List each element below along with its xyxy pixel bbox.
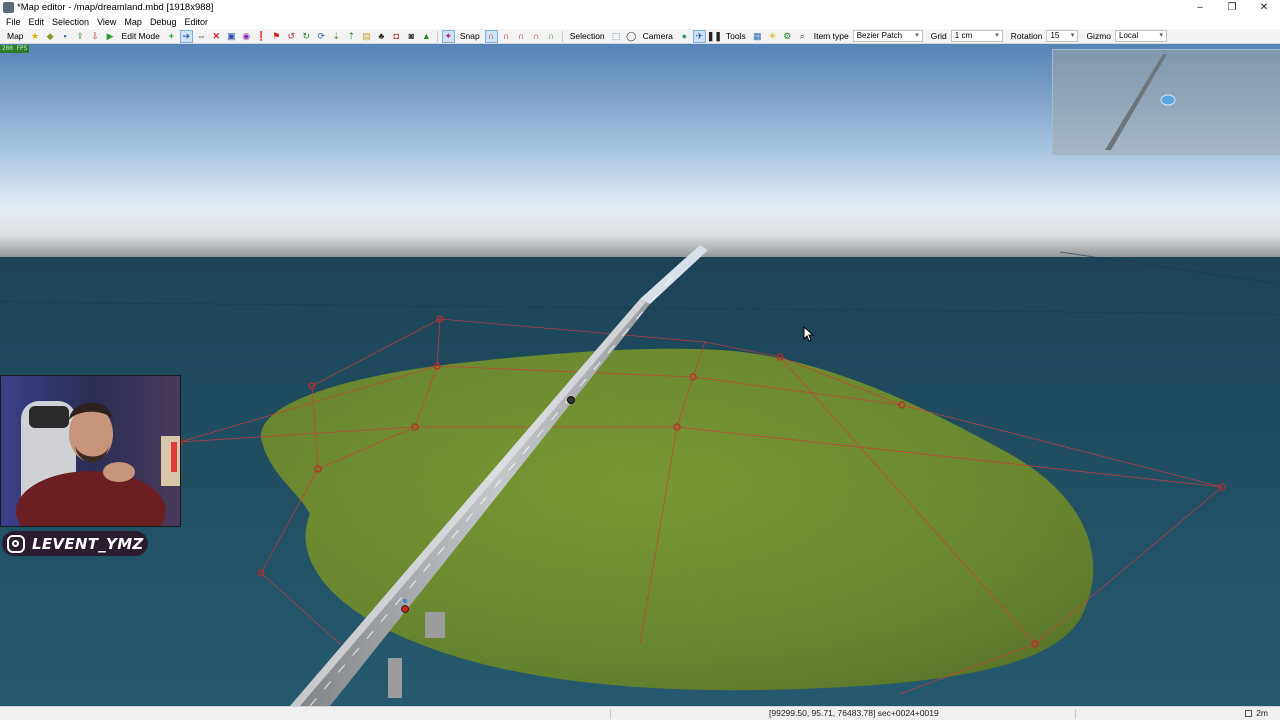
menu-selection[interactable]: Selection (48, 17, 93, 27)
item-type-value: Bezier Patch (856, 31, 903, 40)
chevron-down-icon: ▾ (1159, 32, 1163, 39)
camera-icon[interactable]: ◙ (406, 31, 417, 42)
raise-icon[interactable]: ⇡ (346, 31, 357, 42)
mouse-cursor-icon (803, 326, 815, 342)
item-type-select[interactable]: Bezier Patch ▾ (852, 30, 923, 42)
gizmo-label: Gizmo (1086, 31, 1111, 41)
move-icon[interactable]: ➔ (179, 29, 193, 43)
gear-icon[interactable]: ⚙ (782, 31, 793, 42)
minimize-button[interactable]: – (1184, 0, 1216, 15)
export-icon[interactable]: ⇪ (75, 31, 86, 42)
session-time-value: 2m (1256, 708, 1268, 718)
instagram-icon (7, 534, 25, 553)
properties-icon[interactable]: ▣ (226, 31, 237, 42)
social-handle-badge: LEVENT_YMZ (2, 531, 148, 556)
clock-icon (1245, 709, 1253, 717)
rect-select-icon[interactable]: ⬚ (611, 31, 622, 42)
webcam-overlay (0, 375, 181, 527)
status-divider (610, 709, 611, 719)
menu-debug[interactable]: Debug (146, 17, 181, 27)
rotation-select[interactable]: 15 ▾ (1046, 30, 1079, 42)
grid-value: 1 cm (954, 31, 973, 40)
magnet-node-icon[interactable]: ∩ (501, 31, 512, 42)
globe-icon[interactable]: ● (679, 31, 690, 42)
star-icon[interactable]: ★ (30, 31, 41, 42)
toolbar-separator (561, 30, 563, 42)
play-icon[interactable]: ▶ (105, 31, 116, 42)
fly-camera-icon[interactable]: ✈ (692, 29, 706, 43)
rotate-left-icon[interactable]: ↺ (286, 31, 297, 42)
status-bar: [99299.50, 95.71, 76483.78] sec+0024+001… (0, 706, 1280, 720)
menu-edit[interactable]: Edit (25, 17, 49, 27)
edit-mode-label: Edit Mode (121, 31, 160, 41)
window-controls: – ❐ ✕ (1184, 0, 1280, 15)
maximize-button[interactable]: ❐ (1216, 0, 1248, 15)
grid-select[interactable]: 1 cm ▾ (950, 30, 1003, 42)
map-label: Map (7, 31, 24, 41)
gizmo-value: Local (1119, 31, 1139, 40)
search-icon[interactable]: ⌕ (797, 31, 808, 42)
webcam-image (1, 376, 180, 526)
menu-view[interactable]: View (93, 17, 120, 27)
import-icon[interactable]: ⇩ (90, 31, 101, 42)
chevron-down-icon: ▾ (1070, 32, 1075, 39)
magnet-edge-icon[interactable]: ∩ (516, 31, 527, 42)
vehicle-icon[interactable]: ◘ (391, 31, 402, 42)
minimap-render (1053, 50, 1280, 155)
snap-label: Snap (459, 31, 480, 41)
grid-tool-icon[interactable]: ▦ (752, 31, 763, 42)
magnet-grid-icon[interactable]: ∩ (531, 31, 542, 42)
refresh-icon[interactable]: ⟳ (316, 31, 327, 42)
rotation-value: 15 (1050, 31, 1060, 40)
marker-icon[interactable]: ❗ (256, 31, 267, 42)
tree-icon[interactable]: ♣ (376, 31, 387, 42)
chevron-down-icon: ▾ (915, 32, 919, 39)
magnet-icon[interactable]: ∩ (484, 29, 498, 43)
item-type-label: Item type (813, 31, 849, 41)
menu-bar: File Edit Selection View Map Debug Edito… (0, 15, 1280, 29)
transform-icon[interactable]: ⇔ (196, 31, 207, 42)
gizmo-select[interactable]: Local ▾ (1115, 30, 1167, 42)
chevron-down-icon: ▾ (995, 32, 999, 39)
up-arrow-icon[interactable]: ▲ (421, 31, 432, 42)
close-button[interactable]: ✕ (1248, 0, 1280, 15)
rotate-right-icon[interactable]: ↻ (301, 31, 312, 42)
menu-map[interactable]: Map (120, 17, 146, 27)
toolbar-separator (436, 30, 438, 42)
lower-icon[interactable]: ⇣ (331, 31, 342, 42)
pause-icon[interactable]: ❚❚ (707, 31, 722, 42)
3d-viewport[interactable]: 200 FPS LEVENT_YMZ (0, 44, 1280, 706)
save-icon[interactable]: ▪ (60, 31, 71, 42)
lasso-select-icon[interactable]: ◯ (626, 31, 637, 42)
app-icon (3, 2, 14, 13)
menu-editor[interactable]: Editor (180, 17, 212, 27)
road-node-selected[interactable] (401, 605, 409, 613)
fps-counter: 200 FPS (0, 45, 30, 53)
toolbar: Map ★ ◆ ▪ ⇪ ⇩ ▶ Edit Mode + ➔ ⇔ ✕ ▣ ◉ ❗ … (0, 29, 1280, 44)
delete-icon[interactable]: ✕ (211, 31, 222, 42)
title-bar: *Map editor - /map/dreamland.mbd [1918x9… (0, 0, 1280, 15)
window-title: *Map editor - /map/dreamland.mbd [1918x9… (17, 2, 214, 13)
minimap[interactable] (1052, 49, 1280, 155)
session-time: 2m (1245, 708, 1268, 718)
grid-label: Grid (930, 31, 947, 41)
menu-file[interactable]: File (2, 17, 25, 27)
ruler-icon[interactable]: ▤ (361, 31, 372, 42)
camera-label: Camera (642, 31, 673, 41)
sun-icon[interactable]: ☀ (767, 31, 778, 42)
open-icon[interactable]: ◆ (45, 31, 56, 42)
add-icon[interactable]: + (166, 31, 177, 42)
cursor-coordinates: [99299.50, 95.71, 76483.78] sec+0024+001… (769, 708, 939, 718)
road-node[interactable] (567, 396, 575, 404)
snap-icon[interactable]: ✦ (441, 29, 455, 43)
help-icon[interactable]: ◉ (241, 31, 252, 42)
status-divider (1075, 709, 1076, 719)
social-handle: LEVENT_YMZ (32, 534, 144, 553)
tools-label: Tools (725, 31, 746, 41)
road-node-gizmo[interactable] (402, 598, 408, 604)
rotation-label: Rotation (1010, 31, 1043, 41)
selection-label: Selection (569, 31, 605, 41)
flag-icon[interactable]: ⚑ (271, 31, 282, 42)
magnet-terrain-icon[interactable]: ∩ (546, 31, 557, 42)
